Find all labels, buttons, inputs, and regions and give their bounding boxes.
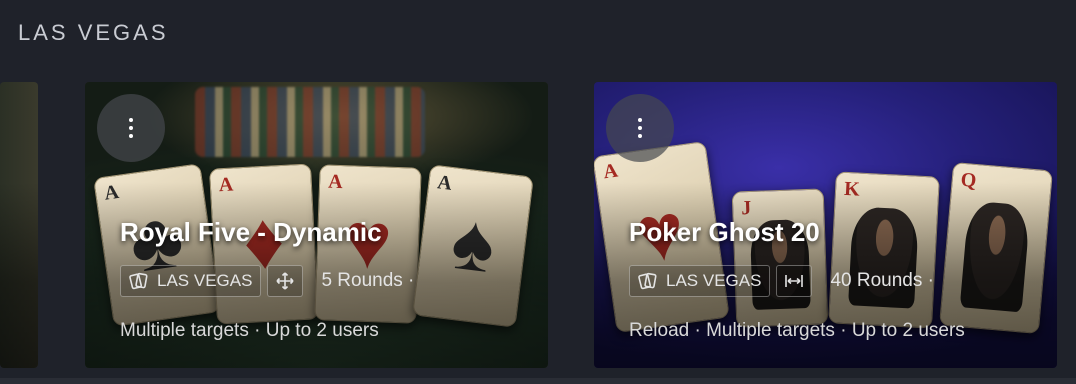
mode-chip	[267, 265, 304, 297]
scenario-card-partial[interactable]	[0, 82, 38, 368]
features-label: Reload · Multiple targets · Up to 2 user…	[629, 320, 965, 341]
card-meta-row: LAS VEGAS 5 Rounds ·	[120, 265, 414, 297]
scenario-card-royal-five[interactable]: A ♣ A ♦ A ♥ A ♠ Royal Five - Dynamic LAS…	[85, 82, 548, 368]
card-title: Royal Five - Dynamic	[120, 217, 382, 247]
card-menu-button[interactable]	[606, 94, 674, 162]
playing-cards-icon	[638, 272, 657, 290]
mode-chip	[776, 265, 813, 297]
section-title: LAS VEGAS	[18, 20, 169, 45]
card-meta-row: LAS VEGAS 40 Rounds ·	[629, 265, 934, 297]
move-arrows-icon	[276, 272, 295, 290]
card-menu-button[interactable]	[97, 94, 165, 162]
features-label: Multiple targets · Up to 2 users	[120, 320, 379, 341]
horizontal-range-icon	[785, 275, 804, 287]
rounds-label: 40 Rounds ·	[830, 270, 934, 291]
location-label: LAS VEGAS	[666, 271, 762, 290]
scenario-card-poker-ghost[interactable]: A ♥ J K Q Poker Ghost 20 LAS VEGAS	[594, 82, 1057, 368]
card-title: Poker Ghost 20	[629, 217, 820, 247]
rounds-label: 5 Rounds ·	[321, 270, 415, 291]
more-vertical-icon	[638, 118, 642, 138]
divider	[0, 378, 1076, 384]
location-chip: LAS VEGAS	[629, 265, 771, 297]
location-label: LAS VEGAS	[157, 271, 253, 290]
location-chip: LAS VEGAS	[120, 265, 262, 297]
playing-cards-icon	[129, 272, 148, 290]
more-vertical-icon	[129, 118, 133, 138]
